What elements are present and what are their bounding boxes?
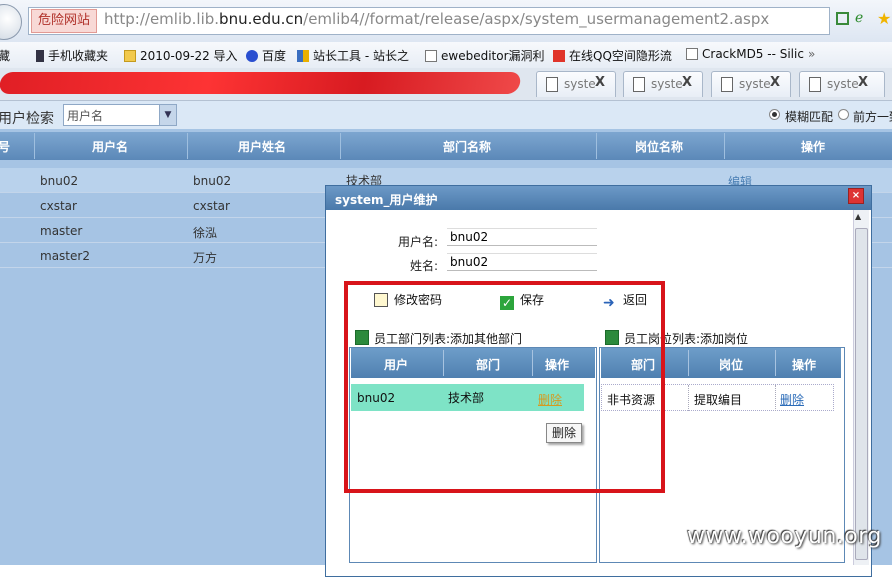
scrollbar-thumb[interactable]	[855, 228, 868, 560]
grid-divider	[34, 133, 35, 159]
grid-header-dept: 部门名称	[443, 140, 492, 154]
page-icon	[633, 77, 645, 92]
grid-divider	[187, 133, 188, 159]
bookmark-item[interactable]: 百度	[246, 47, 286, 64]
search-field-select[interactable]: 用户名 ▼	[63, 104, 177, 126]
grid-divider	[596, 133, 597, 159]
bookmark-item[interactable]: ewebeditor漏洞利	[425, 47, 545, 64]
radio-prefix-label: 前方一致	[853, 110, 892, 124]
red-highlight-box	[344, 281, 665, 493]
row-divider	[688, 385, 690, 411]
row-divider	[775, 385, 777, 411]
grid-header-name: 用户姓名	[238, 140, 287, 154]
cell-username: master2	[40, 249, 90, 263]
favorite-star-icon[interactable]: ★	[877, 9, 891, 28]
cell-name: 徐泓	[193, 226, 218, 240]
close-tab-icon[interactable]: X	[770, 75, 780, 90]
header-divider	[775, 350, 776, 376]
chevron-down-icon[interactable]: ▼	[159, 105, 176, 125]
browser-tab[interactable]: syste X	[623, 71, 703, 97]
url-suffix: /emlib4//format/release/aspx/system_user…	[303, 10, 770, 28]
compat-mode-icon[interactable]: ℯ	[855, 10, 863, 26]
cell-name: bnu02	[193, 174, 232, 188]
bookmark-item[interactable]: 在线QQ空间隐形流	[553, 47, 672, 64]
close-tab-icon[interactable]: X	[595, 75, 605, 90]
cell-name: cxstar	[193, 199, 230, 213]
post-row-post: 提取编目	[694, 393, 743, 407]
cell-username: master	[40, 224, 83, 238]
watermark: www.wooyun.org	[687, 524, 882, 549]
bookmark-item[interactable]: 手机收藏夹	[36, 47, 108, 64]
url-text[interactable]: http://emlib.lib.bnu.edu.cn/emlib4//form…	[104, 10, 769, 28]
grid-divider	[724, 133, 725, 159]
grid-divider	[340, 133, 341, 159]
url-prefix: http://emlib.lib.	[104, 10, 220, 28]
bookmark-item[interactable]: 藏	[0, 47, 10, 64]
danger-site-badge[interactable]: 危险网站	[31, 9, 98, 33]
gift-icon	[553, 50, 565, 62]
fullname-label: 姓名:	[410, 259, 439, 273]
add-post-link[interactable]: 添加岗位	[700, 332, 748, 346]
close-icon[interactable]: ×	[848, 188, 864, 204]
close-tab-icon[interactable]: X	[682, 75, 692, 90]
cell-name: 万方	[193, 251, 218, 265]
folder-icon	[124, 50, 136, 62]
qr-code-icon[interactable]	[836, 12, 849, 25]
redaction-scribble	[0, 72, 522, 94]
bookmark-item[interactable]: 站长工具 - 站长之	[297, 47, 409, 64]
username-label: 用户名:	[398, 235, 439, 249]
browser-tab[interactable]: syste X	[536, 71, 616, 97]
radio-fuzzy-match[interactable]	[769, 109, 780, 120]
radio-prefix-match[interactable]	[838, 109, 849, 120]
page-icon	[546, 77, 558, 92]
grid-header-op: 操作	[801, 140, 826, 154]
cell-username: cxstar	[40, 199, 77, 213]
post-header-post: 岗位	[719, 358, 744, 372]
scroll-up-icon[interactable]: ▲	[855, 212, 861, 221]
bookmarks-bar: 藏 手机收藏夹 2010-09-22 导入 百度 站长工具 - 站长之 eweb…	[0, 42, 892, 69]
fullname-field[interactable]	[447, 253, 597, 271]
page-icon	[809, 77, 821, 92]
post-header-op: 操作	[792, 358, 817, 372]
cell-username: bnu02	[40, 174, 79, 188]
header-divider	[688, 350, 689, 376]
radio-fuzzy-label: 模糊匹配	[785, 110, 834, 124]
url-domain: bnu.edu.cn	[219, 10, 304, 28]
grid-header-post: 岗位名称	[635, 140, 684, 154]
site-tools-icon	[297, 50, 309, 62]
page-icon	[721, 77, 733, 92]
phone-icon	[36, 50, 44, 62]
dialog-title: system_用户维护	[335, 193, 438, 207]
page-icon	[686, 48, 698, 60]
search-label: 用户检索	[0, 111, 54, 127]
bookmark-item[interactable]: CrackMD5 -- Silic	[686, 47, 804, 61]
baidu-paw-icon	[246, 50, 258, 62]
close-tab-icon[interactable]: X	[858, 75, 868, 90]
grid-header-username: 用户名	[92, 140, 129, 154]
browser-tab[interactable]: syste X	[711, 71, 791, 97]
more-bookmarks-icon[interactable]: »	[808, 47, 815, 61]
grid-header-id: 号	[0, 140, 11, 154]
username-field[interactable]	[447, 228, 597, 246]
page-icon	[425, 50, 437, 62]
browser-tab[interactable]: syste X	[799, 71, 885, 97]
bookmark-item[interactable]: 2010-09-22 导入	[124, 47, 238, 64]
post-delete-link[interactable]: 删除	[780, 391, 804, 408]
